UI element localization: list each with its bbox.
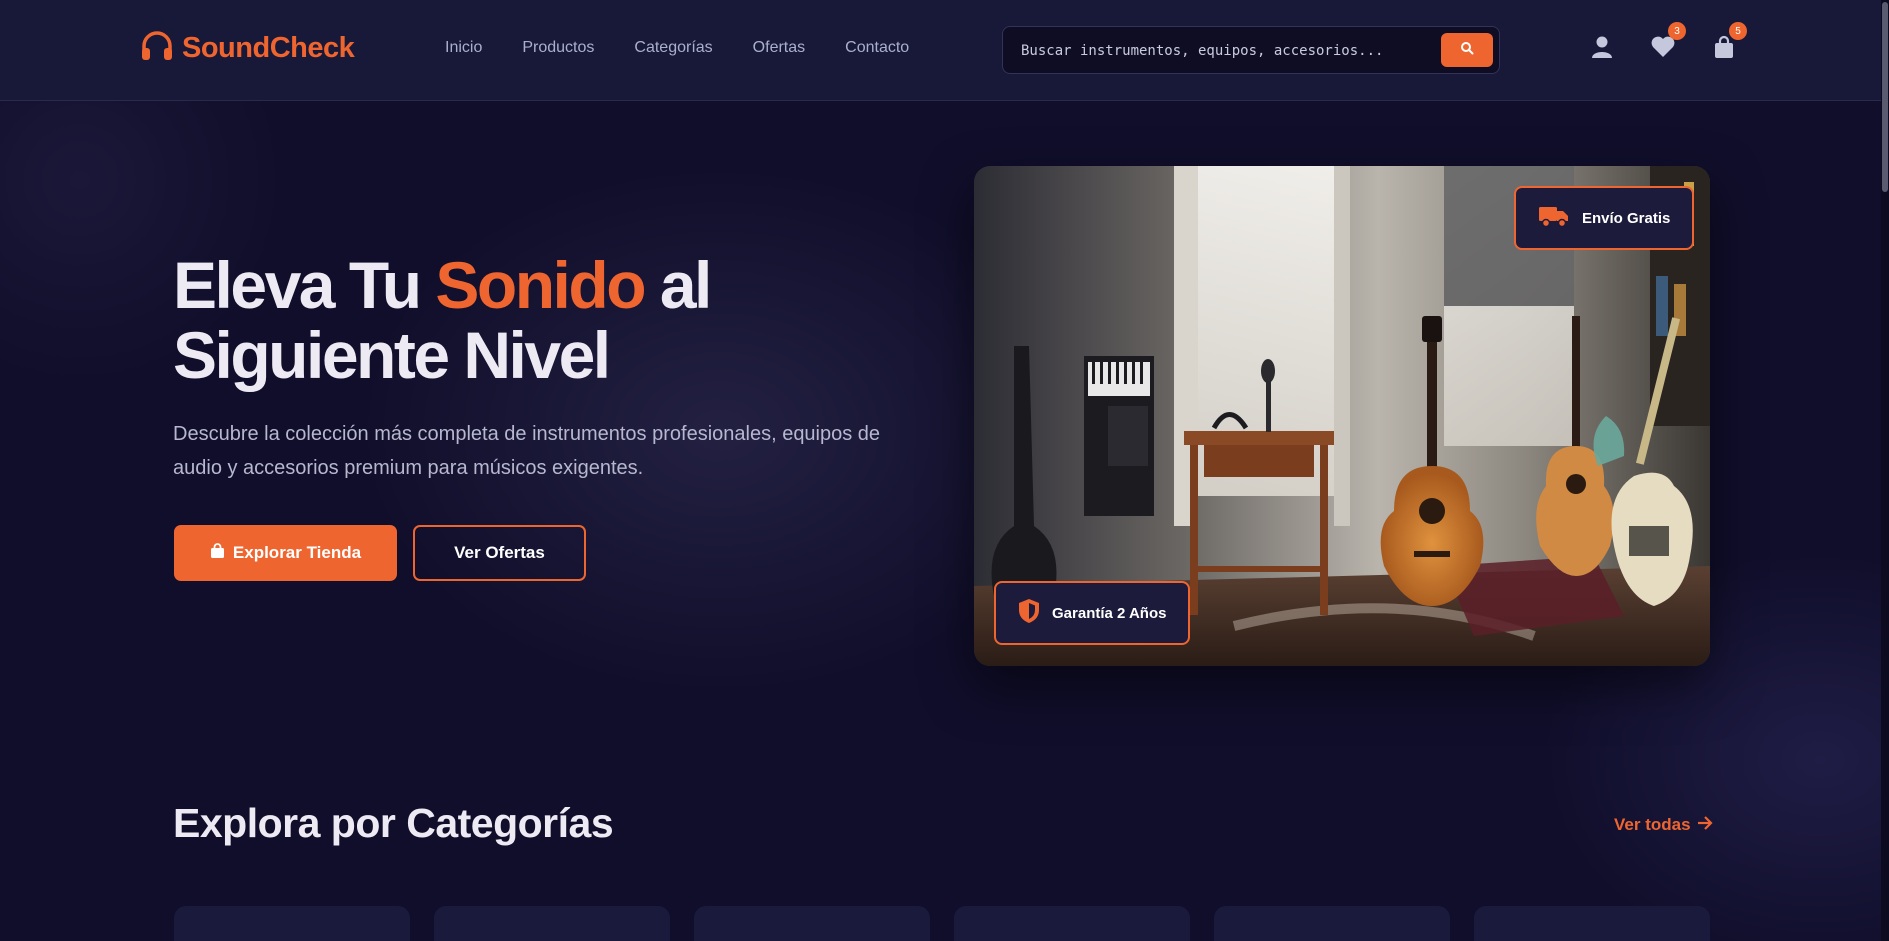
view-all-label: Ver todas	[1614, 815, 1691, 834]
view-offers-label: Ver Ofertas	[454, 543, 545, 562]
category-card[interactable]	[694, 906, 930, 941]
page-scrollbar[interactable]	[1881, 0, 1889, 941]
nav-item-productos[interactable]: Productos	[522, 39, 594, 57]
nav-item-contacto[interactable]: Contacto	[845, 39, 909, 57]
category-card[interactable]	[1474, 906, 1710, 941]
hero-title-accent: Sonido	[435, 248, 646, 322]
category-card[interactable]	[954, 906, 1190, 941]
free-shipping-badge: Envío Gratis	[1514, 186, 1695, 250]
hero-image: Envío Gratis Garantía 2 Años	[974, 166, 1710, 666]
nav-item-ofertas[interactable]: Ofertas	[753, 39, 805, 57]
wishlist-count-badge: 3	[1668, 22, 1686, 40]
shopping-bag-icon	[1713, 35, 1735, 64]
shield-icon	[1018, 598, 1040, 628]
search-input[interactable]	[1021, 39, 1421, 63]
brand-name: SoundCheck	[182, 32, 355, 64]
hero-title: Eleva Tu Sonido al Siguiente Nivel	[173, 250, 933, 390]
category-card[interactable]	[434, 906, 670, 941]
categories-title: Explora por Categorías	[173, 800, 614, 846]
main-nav: Inicio Productos Categorías Ofertas Cont…	[445, 39, 949, 57]
nav-item-inicio[interactable]: Inicio	[445, 39, 482, 57]
site-header: SoundCheck Inicio Productos Categorías O…	[0, 0, 1889, 101]
category-card[interactable]	[1214, 906, 1450, 941]
view-all-categories-link[interactable]: Ver todas	[1614, 815, 1713, 835]
explore-store-label: Explorar Tienda	[232, 543, 362, 562]
truck-icon	[1538, 204, 1570, 232]
nav-item-categorias[interactable]: Categorías	[634, 39, 712, 57]
explore-store-button[interactable]: Explorar Tienda	[174, 525, 397, 581]
cart-count-badge: 5	[1729, 22, 1747, 40]
scrollbar-thumb[interactable]	[1882, 2, 1888, 192]
arrow-right-icon	[1697, 815, 1713, 835]
free-shipping-label: Envío Gratis	[1582, 209, 1671, 227]
category-card[interactable]	[174, 906, 410, 941]
hero-description: Descubre la colección más completa de in…	[173, 423, 881, 479]
heart-icon	[1650, 35, 1676, 63]
search-bar	[1002, 26, 1500, 74]
brand-logo[interactable]: SoundCheck	[140, 30, 355, 67]
warranty-label: Garantía 2 Años	[1052, 604, 1167, 622]
headphones-icon	[140, 30, 174, 67]
search-icon	[1460, 41, 1474, 60]
wishlist-button[interactable]: 3	[1650, 22, 1686, 63]
account-button[interactable]	[1589, 36, 1615, 62]
view-offers-button[interactable]: Ver Ofertas	[413, 525, 586, 581]
search-button[interactable]	[1441, 33, 1493, 67]
hero-title-part1: Eleva Tu	[173, 248, 436, 322]
warranty-badge: Garantía 2 Años	[994, 581, 1191, 645]
shopping-bag-icon	[210, 542, 225, 564]
user-icon	[1591, 35, 1613, 64]
cart-button[interactable]: 5	[1711, 22, 1747, 64]
